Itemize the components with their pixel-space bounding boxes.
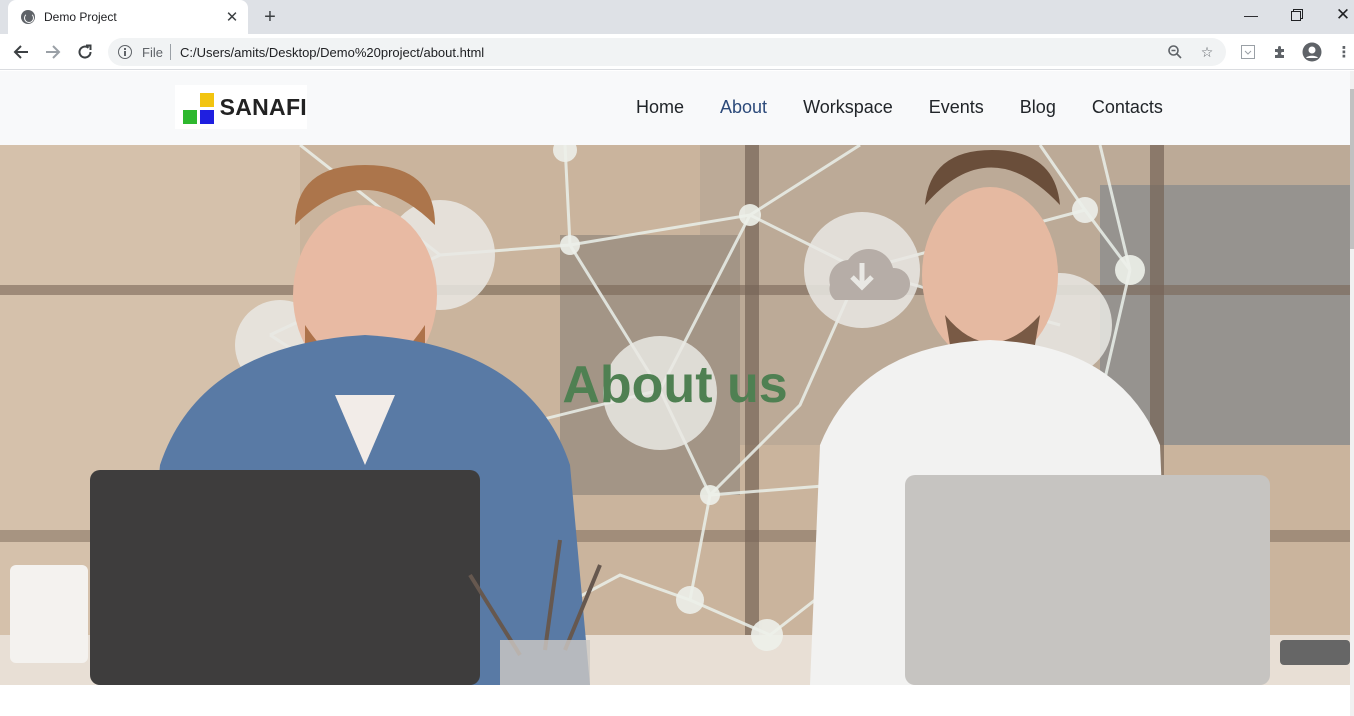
info-icon[interactable] xyxy=(118,45,132,59)
profile-icon[interactable] xyxy=(1301,41,1323,63)
arrow-right-icon[interactable] xyxy=(40,39,66,65)
url-text[interactable]: C:/Users/amits/Desktop/Demo%20project/ab… xyxy=(180,45,484,60)
logo-mark xyxy=(181,88,217,126)
main-nav: Home About Workspace Events Blog Contact… xyxy=(636,97,1163,118)
scheme-label: File xyxy=(142,45,163,60)
hero-banner: About us xyxy=(0,145,1350,685)
nav-contacts[interactable]: Contacts xyxy=(1092,97,1163,118)
hero-image xyxy=(0,145,1350,685)
tab-title: Demo Project xyxy=(44,10,117,24)
reload-icon[interactable] xyxy=(72,39,98,65)
page-viewport: SANAFI Home About Workspace Events Blog … xyxy=(0,71,1354,716)
page-scrollbar[interactable] xyxy=(1350,71,1354,716)
kebab-menu-icon[interactable]: ⋮ xyxy=(1333,41,1354,63)
hero-title: About us xyxy=(562,356,788,414)
divider xyxy=(170,44,171,60)
close-icon[interactable]: ✕ xyxy=(222,7,242,27)
nav-home[interactable]: Home xyxy=(636,97,684,118)
address-bar[interactable]: File C:/Users/amits/Desktop/Demo%20proje… xyxy=(108,38,1226,66)
scrollbar-thumb[interactable] xyxy=(1350,89,1354,249)
extension-icon[interactable] xyxy=(1237,41,1259,63)
arrow-left-icon[interactable] xyxy=(8,39,34,65)
browser-toolbar: File C:/Users/amits/Desktop/Demo%20proje… xyxy=(0,34,1354,70)
star-icon[interactable]: ☆ xyxy=(1198,43,1216,61)
nav-blog[interactable]: Blog xyxy=(1020,97,1056,118)
nav-events[interactable]: Events xyxy=(929,97,984,118)
restore-icon[interactable] xyxy=(1274,0,1320,30)
globe-icon xyxy=(21,10,35,24)
tab-strip: Demo Project ✕ + — ✕ xyxy=(0,0,1354,34)
plus-icon[interactable]: + xyxy=(258,5,282,29)
nav-about[interactable]: About xyxy=(720,97,767,118)
nav-workspace[interactable]: Workspace xyxy=(803,97,893,118)
site-header: SANAFI Home About Workspace Events Blog … xyxy=(0,71,1350,145)
zoom-out-icon[interactable] xyxy=(1166,43,1184,61)
logo-text: SANAFI xyxy=(219,93,307,120)
puzzle-icon[interactable] xyxy=(1269,41,1291,63)
minimize-icon[interactable]: — xyxy=(1228,0,1274,30)
site-logo[interactable]: SANAFI xyxy=(175,85,307,129)
window-close-icon[interactable]: ✕ xyxy=(1320,0,1354,30)
browser-tab[interactable]: Demo Project ✕ xyxy=(8,0,248,34)
